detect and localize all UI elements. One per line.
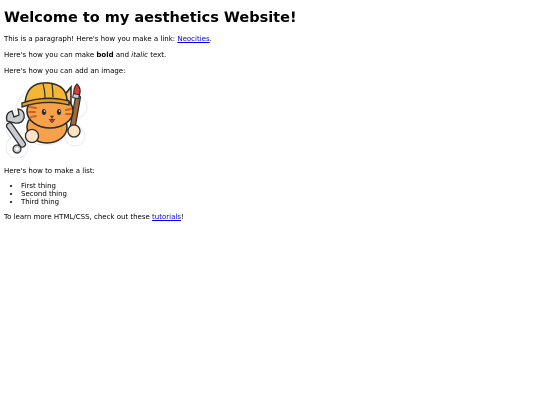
tutorials-text: To learn more HTML/CSS, check out these (4, 213, 153, 221)
bullet-list: First thing Second thing Third thing (4, 182, 536, 206)
tutorials-paragraph: To learn more HTML/CSS, check out these … (4, 213, 536, 222)
formatting-paragraph: Here's how you can make bold and italic … (4, 51, 536, 60)
formatting-text: Here's how you can make (4, 51, 97, 59)
intro-text: This is a paragraph! Here's how you make… (4, 35, 178, 43)
bold-text: bold (96, 51, 114, 59)
intro-suffix: . (209, 35, 212, 43)
neocities-cat-image (5, 81, 89, 161)
italic-text: italic (131, 51, 148, 59)
list-item: First thing (21, 182, 536, 190)
formatting-suffix: text. (147, 51, 167, 59)
image-paragraph: Here's how you can add an image: (4, 67, 126, 75)
formatting-and: and (113, 51, 132, 59)
intro-paragraph: This is a paragraph! Here's how you make… (4, 35, 536, 44)
list-paragraph: Here's how to make a list: (4, 167, 95, 175)
tutorials-link[interactable]: tutorials (152, 213, 181, 221)
list-item: Second thing (21, 190, 536, 198)
page-title: Welcome to my aesthetics Website! (4, 10, 297, 26)
list-item: Third thing (21, 198, 536, 206)
neocities-link[interactable]: Neocities (177, 35, 209, 43)
page-body: Welcome to my aesthetics Website! This i… (4, 0, 536, 222)
neocities-cat-icon (5, 82, 88, 159)
tutorials-suffix: ! (180, 213, 184, 221)
